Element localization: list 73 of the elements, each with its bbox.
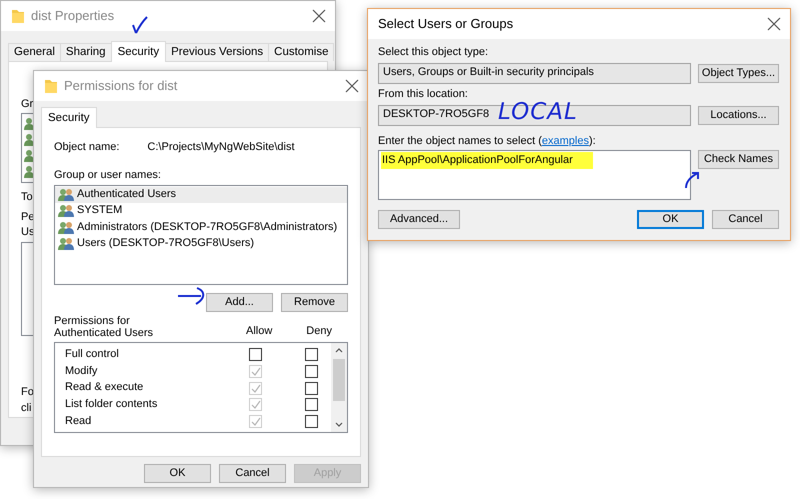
permission-name: Modify [65,364,98,378]
column-header: Allow [246,324,272,338]
window-title: Permissions for dist [64,78,178,94]
section-label: Permissions for Authenticated Users [54,314,154,338]
names-input-field[interactable]: IIS AppPool\ApplicationPoolForAngular [378,150,691,200]
users-icon [58,204,74,218]
arrow-drawing [684,170,700,189]
label-fragment: Gr [21,98,34,112]
checkmark-icon [250,399,261,410]
field-label: Select this object type: [378,46,488,60]
close-icon [311,8,327,24]
users-icon [24,117,33,132]
deny-checkbox[interactable] [305,348,318,362]
users-icon [24,133,33,148]
permission-name: Full control [65,348,120,362]
close-button[interactable] [344,78,360,94]
users-icon [58,237,74,252]
allow-checkbox[interactable] [249,348,262,362]
users-icon [58,188,74,202]
field-label: Object name: [54,141,120,155]
checkmark-icon [250,382,261,394]
scrollbar[interactable] [331,342,347,432]
user-list-item[interactable]: Authenticated Users [55,186,347,203]
dialog-button[interactable]: Remove [281,292,348,312]
window-title: dist Properties [31,8,116,24]
dialog-button[interactable]: Object Types... [698,64,779,83]
user-list-item[interactable]: Users (DESKTOP-7RO5GF8\Users) [55,236,347,252]
users-icon [24,165,33,180]
tab[interactable]: Security [41,106,97,128]
section-label: Group or user names: [54,168,161,182]
dialog-button[interactable]: OK [637,210,704,230]
permission-name: Read [65,414,92,428]
dialog-button[interactable]: Add... [206,292,273,312]
dialog-button[interactable]: OK [144,464,211,483]
examples-link[interactable]: examples [542,134,589,146]
deny-checkbox[interactable] [305,365,318,378]
folder-icon [44,78,58,94]
dialog-button[interactable]: Cancel [219,464,286,483]
tab[interactable]: Customise [268,42,334,61]
field-label: Enter the object names to select (examples): [378,134,596,148]
folder-icon [11,8,25,24]
column-header: Deny [306,324,332,338]
close-icon [344,78,360,94]
check-mark-drawing [131,15,149,35]
dialog-button[interactable]: Check Names [698,150,779,170]
permission-name: List folder contents [65,398,158,412]
user-list-item[interactable]: Administrators (DESKTOP-7RO5GF8\Administrators) [55,220,347,236]
readonly-field: Users, Groups or Built-in security principals [378,62,691,84]
deny-checkbox[interactable] [305,382,318,395]
permission-name: Read & execute [65,381,144,396]
deny-checkbox[interactable] [305,398,318,412]
window-title: Select Users or Groups [378,16,514,32]
handwritten-note: LOCAL [498,101,578,124]
dialog-button[interactable]: Locations... [698,106,779,124]
field-label: From this location: [378,88,468,102]
tab[interactable]: Security [110,40,166,62]
label-fragment: Fo [21,386,34,400]
label-fragment: To [21,191,33,206]
dialog-button[interactable]: Advanced... [378,210,460,230]
label-fragment: cli [21,402,32,416]
checkmark-icon [250,366,261,378]
entered-names: IIS AppPool\ApplicationPoolForAngular [381,152,593,170]
object-path: C:\Projects\MyNgWebSite\dist [147,141,295,155]
dialog-button[interactable]: Cancel [712,210,779,230]
deny-checkbox[interactable] [305,415,318,428]
close-button[interactable] [766,16,782,32]
close-icon [766,16,782,32]
users-icon [24,149,33,164]
users-icon [58,220,74,235]
tab[interactable]: General [8,42,61,61]
user-list-item[interactable]: SYSTEM [55,203,347,220]
checkmark-icon [250,416,261,428]
close-button[interactable] [311,8,327,24]
